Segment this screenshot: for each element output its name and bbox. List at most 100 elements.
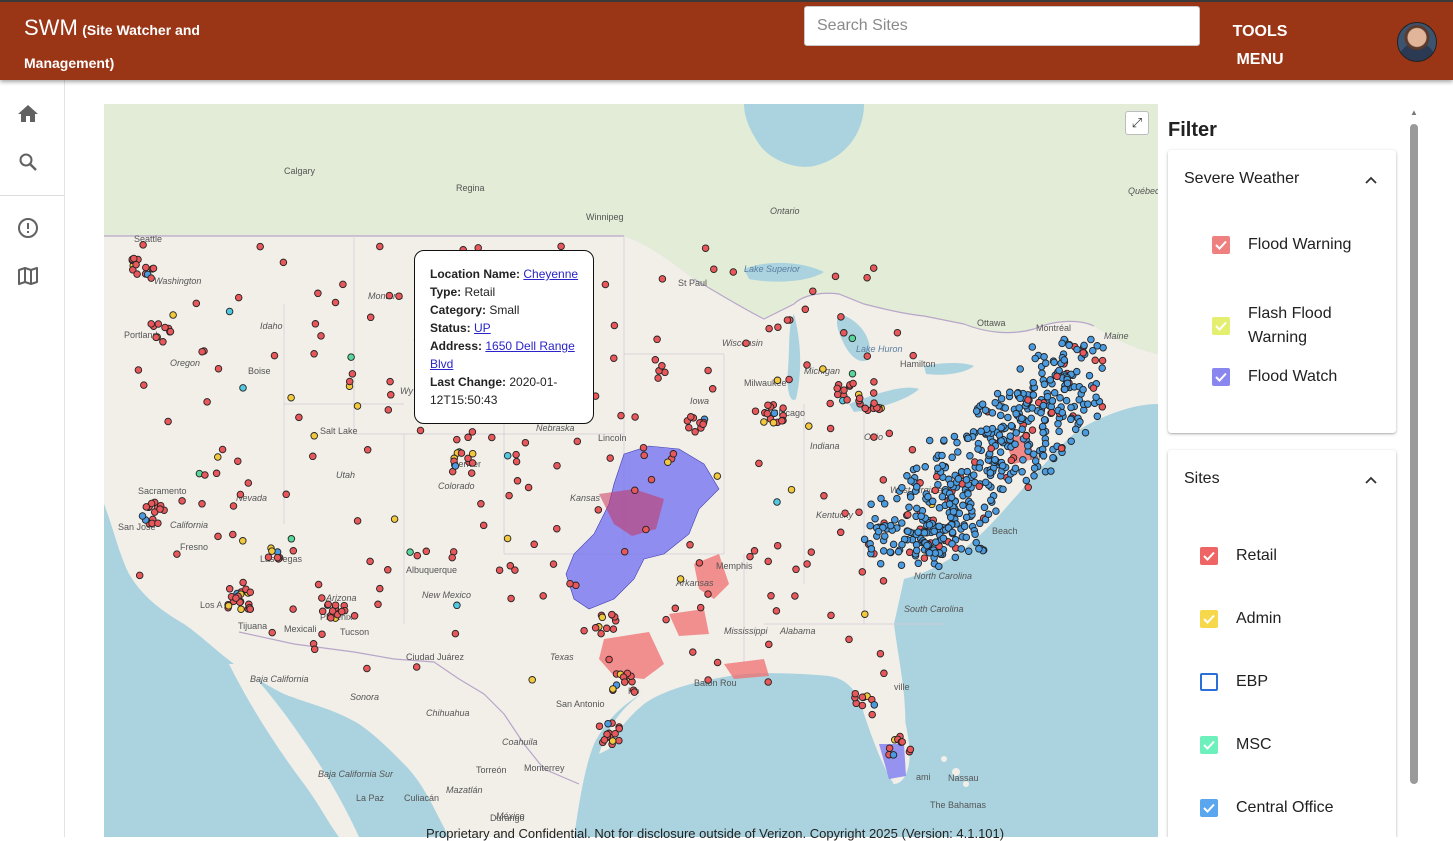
site-marker[interactable] (999, 485, 1007, 494)
site-marker[interactable] (140, 381, 148, 389)
site-marker[interactable] (1027, 414, 1035, 423)
site-marker[interactable] (201, 471, 209, 479)
site-marker[interactable] (917, 512, 925, 520)
site-marker[interactable] (1018, 468, 1026, 476)
map-icon[interactable] (16, 264, 40, 288)
site-marker[interactable] (192, 299, 201, 308)
site-marker[interactable] (689, 648, 697, 656)
site-marker[interactable] (921, 463, 929, 471)
map-canvas[interactable]: Calgary Regina Winnipeg Ontario Lake Sup… (104, 104, 1158, 837)
site-marker[interactable] (867, 545, 876, 553)
site-marker[interactable] (1058, 339, 1066, 348)
site-marker[interactable] (232, 594, 240, 602)
site-marker[interactable] (925, 521, 934, 529)
site-marker[interactable] (783, 316, 792, 324)
site-marker[interactable] (964, 547, 973, 555)
site-marker[interactable] (353, 517, 362, 525)
site-marker[interactable] (609, 625, 618, 633)
site-marker[interactable] (880, 669, 888, 678)
site-marker[interactable] (976, 519, 984, 528)
site-marker[interactable] (891, 516, 899, 524)
site-marker[interactable] (905, 503, 913, 512)
site-marker[interactable] (1024, 442, 1032, 450)
site-marker[interactable] (820, 492, 828, 500)
site-marker[interactable] (993, 389, 1002, 398)
site-marker[interactable] (287, 535, 296, 543)
site-marker[interactable] (704, 590, 712, 598)
alert-icon[interactable] (16, 216, 40, 240)
site-marker[interactable] (992, 507, 1000, 515)
site-marker[interactable] (870, 378, 878, 386)
site-marker[interactable] (1050, 358, 1058, 367)
site-marker[interactable] (885, 744, 894, 752)
site-marker[interactable] (1018, 414, 1026, 423)
site-marker[interactable] (935, 522, 943, 531)
site-marker[interactable] (1067, 403, 1075, 412)
site-marker[interactable] (608, 737, 617, 745)
site-marker[interactable] (869, 264, 878, 272)
site-marker[interactable] (239, 384, 247, 392)
site-marker[interactable] (792, 565, 800, 574)
site-marker[interactable] (1080, 341, 1088, 350)
sites-map[interactable]: Calgary Regina Winnipeg Ontario Lake Sup… (104, 104, 1158, 837)
site-marker[interactable] (1093, 342, 1101, 350)
site-marker[interactable] (528, 676, 536, 684)
site-marker[interactable] (1073, 367, 1081, 376)
site-marker[interactable] (871, 514, 879, 523)
site-marker[interactable] (831, 272, 840, 281)
site-marker[interactable] (948, 453, 956, 462)
site-marker[interactable] (1041, 439, 1050, 448)
site-marker[interactable] (161, 323, 169, 332)
search-sites-input[interactable] (804, 6, 1200, 46)
site-marker[interactable] (713, 658, 722, 667)
site-marker[interactable] (142, 263, 150, 272)
site-marker[interactable] (904, 510, 912, 519)
site-marker[interactable] (662, 615, 670, 624)
site-marker[interactable] (1004, 476, 1013, 484)
site-marker[interactable] (1039, 451, 1048, 460)
tools-menu-button[interactable]: TOOLS MENU (1222, 18, 1298, 74)
site-marker[interactable] (764, 557, 772, 566)
site-marker[interactable] (610, 321, 619, 330)
site-marker[interactable] (1040, 416, 1049, 424)
site-marker[interactable] (868, 710, 876, 719)
site-marker[interactable] (923, 541, 931, 550)
site-marker[interactable] (1006, 388, 1014, 397)
site-marker[interactable] (630, 688, 639, 696)
site-marker[interactable] (1028, 404, 1036, 412)
site-marker[interactable] (642, 525, 650, 534)
site-marker[interactable] (1024, 396, 1032, 404)
site-marker[interactable] (339, 280, 347, 289)
severe-weather-title[interactable]: Severe Weather (1184, 170, 1299, 188)
site-marker[interactable] (156, 505, 164, 513)
site-marker[interactable] (876, 559, 885, 568)
site-marker[interactable] (1028, 426, 1037, 434)
site-marker[interactable] (833, 384, 841, 393)
site-marker[interactable] (914, 528, 922, 536)
site-marker[interactable] (1039, 428, 1047, 437)
site-marker[interactable] (933, 464, 942, 472)
site-marker[interactable] (770, 409, 779, 417)
site-marker[interactable] (912, 464, 921, 473)
site-marker[interactable] (962, 513, 971, 522)
site-marker[interactable] (573, 437, 582, 446)
popup-status-link[interactable]: UP (474, 321, 491, 335)
site-marker[interactable] (836, 528, 845, 537)
site-marker[interactable] (1040, 380, 1049, 389)
site-marker[interactable] (893, 328, 902, 337)
site-marker[interactable] (350, 612, 359, 620)
site-marker[interactable] (580, 626, 588, 635)
site-marker[interactable] (1029, 450, 1038, 458)
site-marker[interactable] (1098, 356, 1107, 365)
site-marker[interactable] (751, 407, 760, 415)
site-marker[interactable] (849, 379, 857, 388)
site-marker[interactable] (1062, 396, 1071, 405)
site-marker[interactable] (946, 480, 955, 489)
site-marker[interactable] (1049, 453, 1057, 462)
site-marker[interactable] (246, 588, 255, 596)
site-marker[interactable] (1037, 408, 1045, 417)
site-marker[interactable] (1073, 345, 1081, 354)
site-marker[interactable] (791, 592, 799, 600)
site-marker[interactable] (986, 469, 995, 477)
site-marker[interactable] (1093, 412, 1102, 421)
